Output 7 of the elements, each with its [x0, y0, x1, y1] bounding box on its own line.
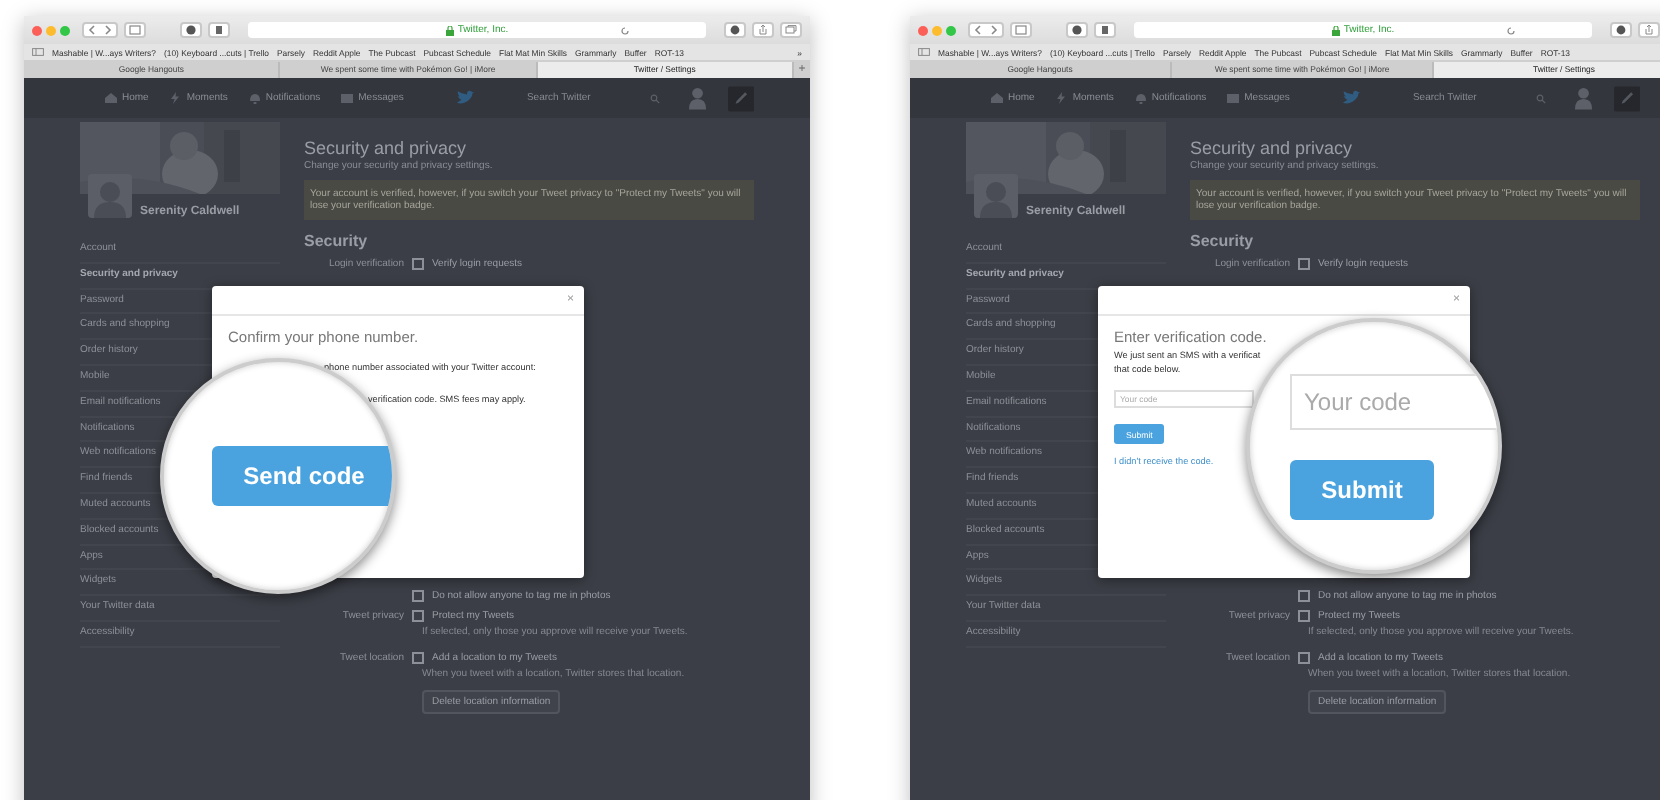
section-heading: Security: [304, 232, 370, 250]
page-title: Security and privacy: [1190, 138, 1355, 158]
code-input-field[interactable]: Your code: [1290, 373, 1498, 429]
section-heading: Security: [1190, 232, 1256, 250]
send-code-button[interactable]: Send code: [212, 446, 392, 506]
page-title: Security and privacy: [304, 138, 469, 158]
submit-button[interactable]: Submit: [1290, 459, 1434, 519]
